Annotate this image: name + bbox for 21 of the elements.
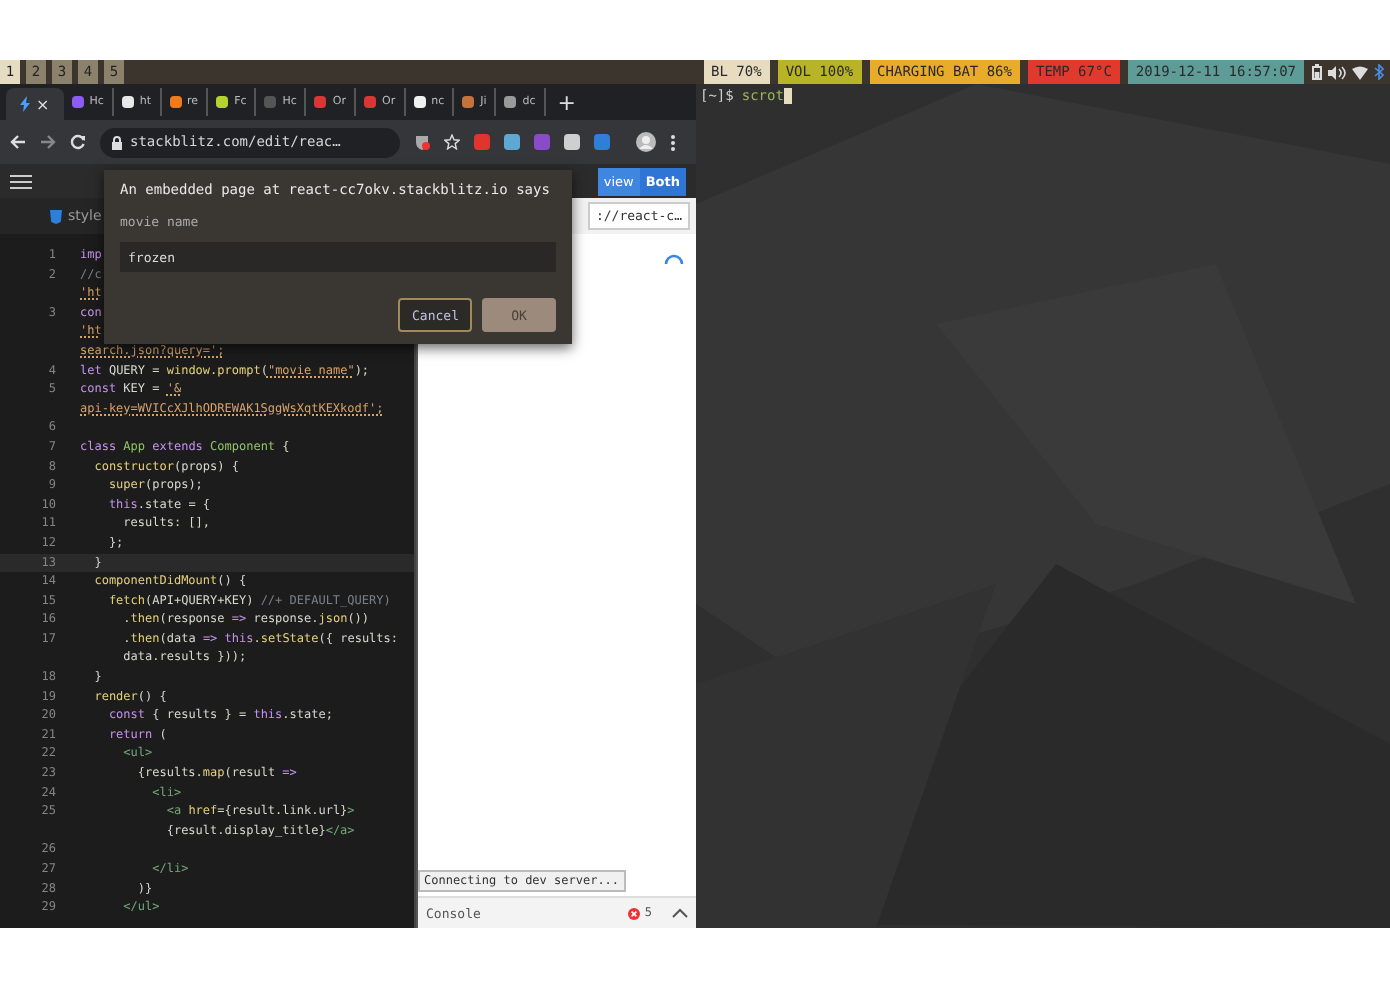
shield-icon[interactable] [414,134,430,150]
wifi-icon [1352,65,1368,79]
error-icon [628,907,641,919]
star-icon[interactable] [444,134,460,150]
chevron-up-icon[interactable] [672,908,688,918]
battery-icon [1312,64,1322,80]
close-icon[interactable]: × [36,95,50,113]
browser-tab[interactable]: × [6,88,64,120]
new-tab-button[interactable]: + [557,89,577,115]
bluetooth-icon [1374,64,1384,80]
text-cursor [783,88,792,104]
more-menu-icon[interactable] [670,133,676,151]
profile-avatar-icon[interactable] [636,132,656,152]
css-file-icon [50,209,62,223]
speaker-icon [1328,65,1346,79]
back-arrow-icon[interactable] [10,134,26,150]
loading-spinner-icon [664,254,684,266]
menu-icon[interactable] [10,173,32,189]
lock-icon [112,135,122,149]
forward-arrow-icon[interactable] [40,134,56,150]
reload-icon[interactable] [70,134,86,150]
